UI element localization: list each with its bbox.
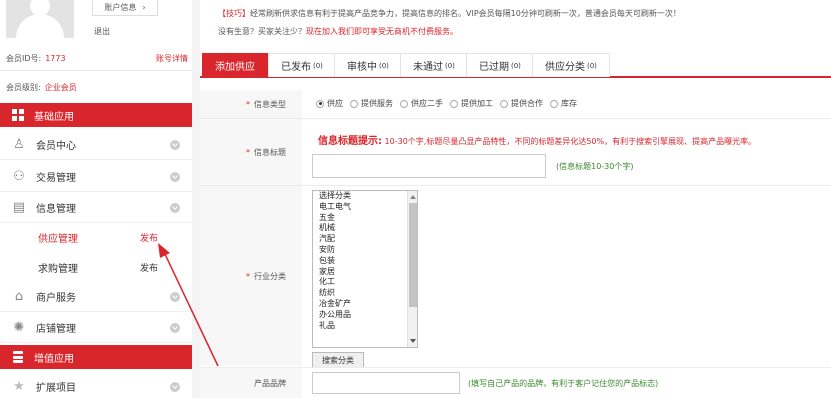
annotation-arrow bbox=[158, 243, 219, 367]
arrow-head bbox=[158, 243, 170, 258]
arrow-line bbox=[163, 251, 219, 367]
